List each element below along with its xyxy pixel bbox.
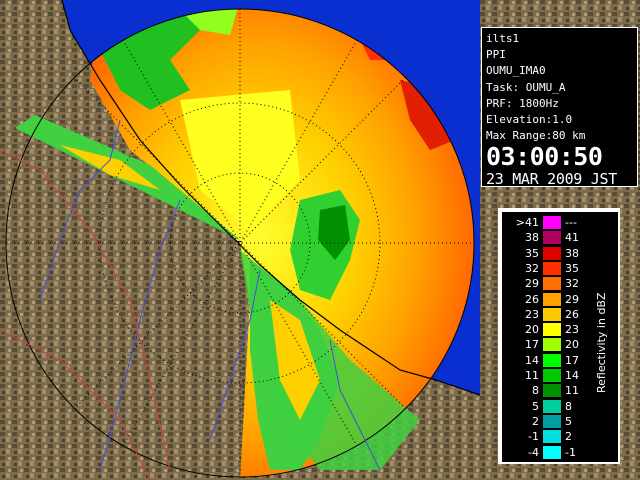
legend-row: 58: [503, 399, 617, 414]
legend-lo-value: 35: [525, 246, 539, 260]
legend-row: 8 11: [503, 383, 617, 398]
legend-row: 20 23: [503, 322, 617, 337]
legend-lo-value: 8: [532, 384, 539, 398]
legend-hi-value: 20: [565, 338, 579, 352]
legend-swatch: [543, 277, 561, 291]
legend-lo-value: 20: [525, 323, 539, 337]
legend-hi-value: 26: [565, 307, 579, 321]
legend-hi-value: 11: [565, 384, 579, 398]
legend-row: >41 ---: [503, 215, 617, 230]
legend-swatch: [543, 246, 561, 260]
legend-hi-value: ---: [565, 216, 577, 229]
legend-swatch: [543, 216, 561, 229]
legend-swatch: [543, 353, 561, 367]
legend-hi-value: 17: [565, 353, 579, 367]
task-label: Task: OUMU_A: [486, 80, 566, 94]
legend-hi-value: -1: [565, 445, 576, 459]
legend-hi-value: 29: [565, 292, 579, 306]
legend-lo-value: 11: [525, 369, 539, 382]
legend-swatch: [543, 292, 561, 306]
time-display: 03:00:50: [486, 142, 603, 172]
legend-lo-value: 17: [525, 338, 539, 352]
legend-hi-value: 23: [565, 323, 579, 337]
legend-hi-value: 35: [565, 261, 579, 275]
legend-lo-value: 29: [525, 277, 539, 291]
legend-swatch: [543, 307, 561, 321]
legend-row: 25: [503, 414, 617, 429]
legend-lo-value: -1: [528, 430, 539, 444]
legend-lo-value: 23: [525, 307, 539, 321]
legend-row: -1 2: [503, 429, 617, 444]
legend-hi-value: 2: [565, 430, 572, 444]
legend-swatch: [543, 369, 561, 382]
legend-lo-value: 5: [532, 399, 539, 413]
legend-hi-value: 32: [565, 277, 579, 291]
legend-swatch: [543, 261, 561, 275]
legend-lo-value: >41: [515, 216, 539, 229]
legend-row: 23 26: [503, 307, 617, 322]
legend-swatch: [543, 384, 561, 398]
legend-swatch: [543, 414, 561, 428]
legend-row: 35 38: [503, 246, 617, 261]
legend-lo-value: 32: [525, 261, 539, 275]
legend-hi-value: 5: [565, 414, 572, 428]
elevation-label: Elevation:1.0: [486, 113, 573, 127]
info-panel: ilts1 PPI OUMU_IMA0 Task: OUMU_A PRF: 18…: [481, 27, 638, 189]
legend-lo-value: 14: [525, 353, 539, 367]
site-label: OUMU_IMA0: [486, 64, 546, 78]
legend-swatch: [543, 231, 561, 245]
legend-row: 38 41: [503, 230, 617, 245]
legend-hi-value: 38: [565, 246, 579, 260]
legend-lo-value: 2: [532, 414, 539, 428]
legend-swatch: [543, 399, 561, 413]
legend-row: 14 17: [503, 353, 617, 368]
legend-hi-value: 41: [565, 231, 579, 245]
legend-row: 17 20: [503, 337, 617, 352]
legend-row: 26 29: [503, 292, 617, 307]
legend-body: Reflectivity in dBZ >41 --- 38 41 35 38 32 35 29…: [502, 212, 618, 462]
legend-hi-value: 8: [565, 399, 572, 413]
legend-row: -4 -1: [503, 445, 617, 460]
legend-swatch: [543, 430, 561, 444]
legend-row: 32 35: [503, 261, 617, 276]
reflectivity-legend: Reflectivity in dBZ >41 --- 38 41 35 38 32 35 29…: [498, 208, 620, 464]
legend-row: 11 14: [503, 368, 617, 383]
legend-swatch: [543, 323, 561, 337]
legend-lo-value: 26: [525, 292, 539, 306]
product-label: PPI: [486, 48, 506, 62]
legend-swatch: [543, 445, 561, 459]
legend-lo-value: 38: [525, 231, 539, 245]
legend-lo-value: -4: [528, 445, 539, 459]
station-label: ilts1: [486, 32, 520, 45]
legend-hi-value: 14: [565, 369, 579, 382]
prf-label: PRF: 1800Hz: [486, 96, 559, 110]
legend-row: 29 32: [503, 276, 617, 291]
date-display: 23 MAR 2009 JST: [486, 170, 617, 189]
legend-swatch: [543, 338, 561, 352]
